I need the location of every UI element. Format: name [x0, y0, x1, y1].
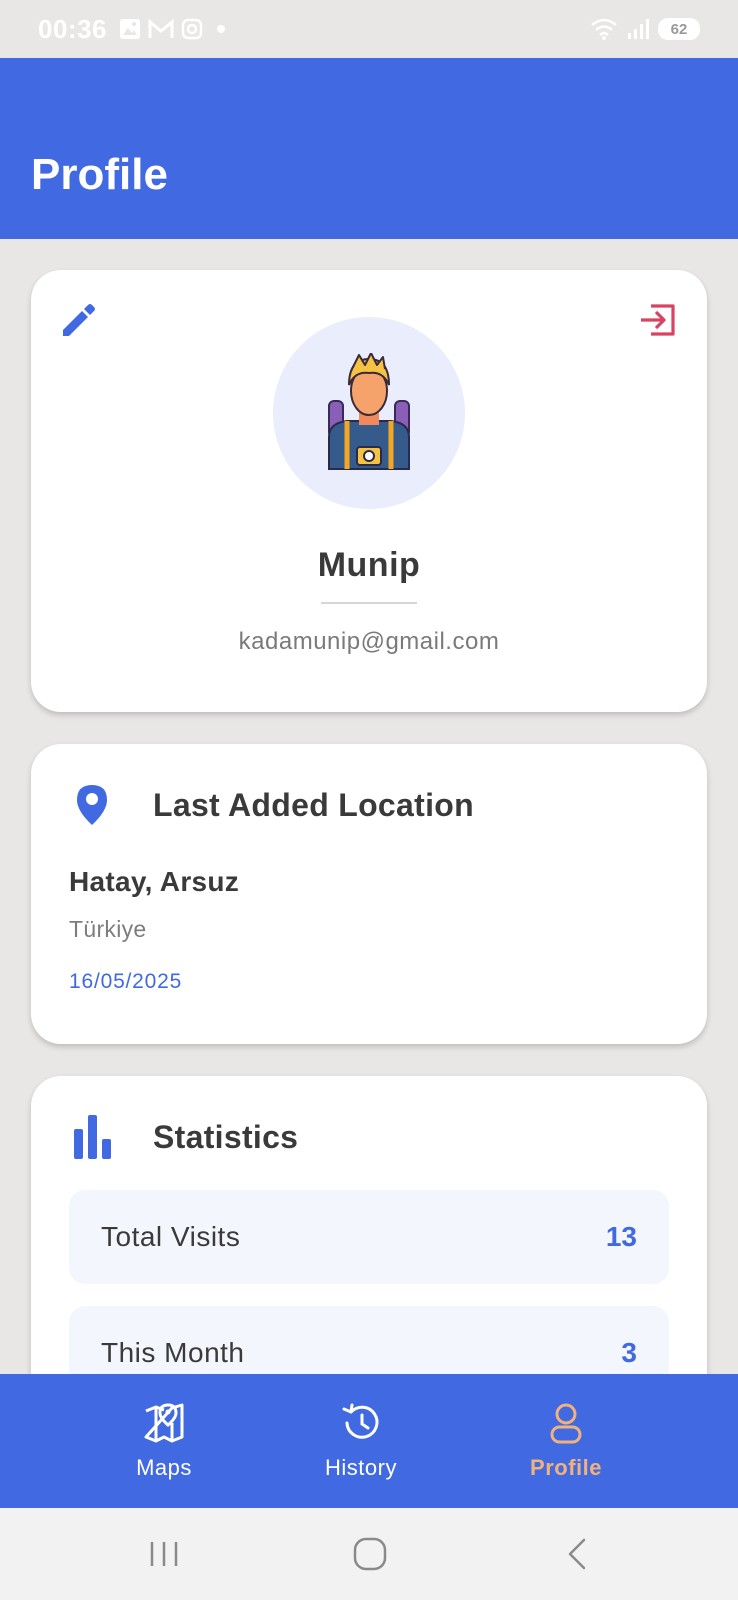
location-city: Hatay, Arsuz — [69, 866, 240, 897]
stat-row-total-visits: Total Visits 13 — [69, 1190, 669, 1284]
stat-value: 13 — [605, 1221, 637, 1252]
page-title: Profile — [31, 150, 168, 199]
status-system-icons: 62 — [590, 17, 700, 41]
pencil-icon[interactable] — [57, 298, 101, 342]
status-time: 00:36 — [38, 13, 107, 44]
map-icon — [144, 1403, 184, 1443]
location-pin-icon — [67, 780, 117, 830]
profile-card: Munip kadamunip@gmail.com — [31, 270, 707, 712]
person-icon — [550, 1403, 582, 1444]
stat-label: Total Visits — [101, 1221, 241, 1252]
home-icon[interactable] — [350, 1534, 390, 1574]
statistics-title: Statistics — [153, 1118, 299, 1155]
signal-icon — [628, 19, 649, 39]
bar-chart-icon — [67, 1112, 117, 1162]
avatar — [273, 317, 465, 509]
history-icon — [342, 1403, 379, 1439]
profile-name: Munip — [317, 546, 421, 584]
back-icon[interactable] — [558, 1534, 598, 1574]
last-location-header: Last Added Location — [67, 780, 474, 830]
nav-item-maps[interactable]: Maps — [114, 1374, 214, 1508]
location-country: Türkiye — [69, 916, 147, 942]
last-location-card[interactable]: Last Added Location Hatay, Arsuz Türkiye… — [31, 744, 707, 1044]
app-bar — [0, 58, 738, 239]
profile-email: kadamunip@gmail.com — [238, 628, 500, 655]
battery-icon: 62 — [658, 18, 700, 40]
traveler-avatar-icon — [328, 353, 410, 470]
nav-item-history[interactable]: History — [306, 1374, 416, 1508]
nav-label-maps: Maps — [136, 1455, 192, 1480]
instagram-icon — [181, 18, 203, 40]
dot-icon — [217, 25, 225, 33]
nav-label-history: History — [325, 1455, 397, 1480]
status-bar: 00:36 62 — [0, 0, 738, 58]
last-location-title: Last Added Location — [153, 786, 474, 823]
logout-icon[interactable] — [637, 298, 681, 342]
status-notification-icons — [119, 18, 228, 40]
name-divider — [321, 602, 417, 604]
system-nav-bar — [0, 1508, 738, 1600]
nav-item-profile[interactable]: Profile — [516, 1374, 616, 1508]
nav-label-profile: Profile — [530, 1455, 602, 1480]
wifi-icon — [591, 18, 617, 40]
gmail-icon — [148, 18, 174, 38]
stat-value: 3 — [621, 1337, 637, 1368]
statistics-header: Statistics — [67, 1112, 298, 1162]
bottom-nav: Maps History Profile — [0, 1374, 738, 1508]
gallery-icon — [120, 19, 140, 39]
location-date: 16/05/2025 — [69, 970, 183, 993]
stat-label: This Month — [101, 1337, 245, 1368]
recent-apps-icon[interactable] — [144, 1534, 184, 1574]
